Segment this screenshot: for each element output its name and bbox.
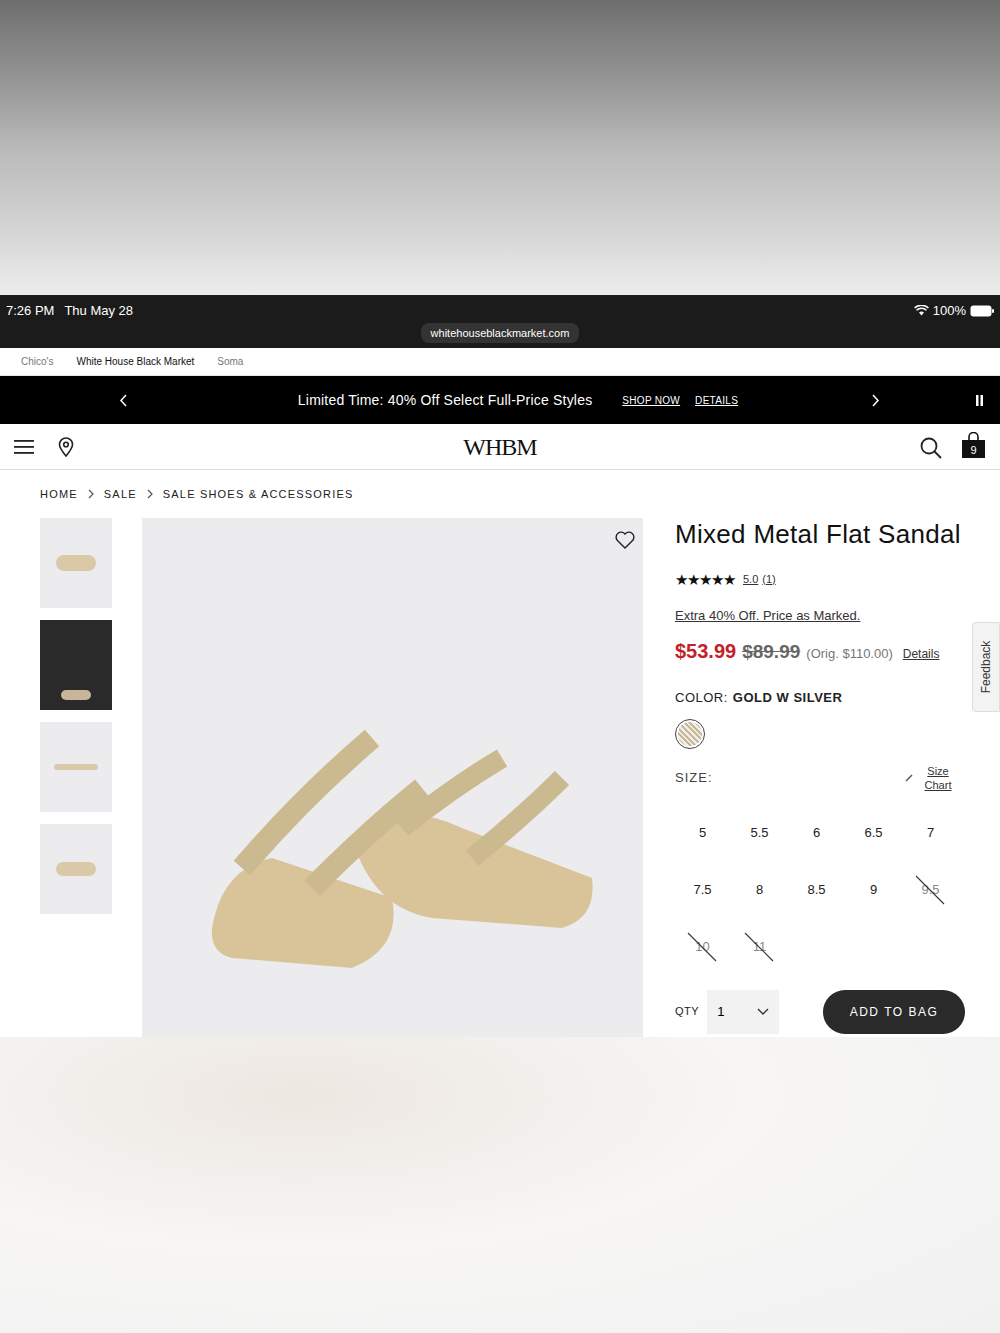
size-label: SIZE: xyxy=(675,768,713,788)
breadcrumb-item[interactable]: SALE SHOES & ACCESSORIES xyxy=(163,486,354,503)
wishlist-heart-icon[interactable] xyxy=(615,531,635,549)
size-header: SIZE: Size Chart xyxy=(675,764,965,792)
battery-level: 100% xyxy=(933,301,966,321)
sandal-illustration xyxy=(202,718,602,978)
color-row: COLOR: GOLD W SILVER xyxy=(675,688,965,708)
sale-price: $53.99 xyxy=(675,636,736,666)
add-to-bag-label: ADD TO BAG xyxy=(850,1003,939,1021)
size-option[interactable]: 7.5 xyxy=(674,862,731,919)
qty-value: 1 xyxy=(717,1002,724,1022)
product-image xyxy=(142,518,643,1037)
thumbnail[interactable] xyxy=(40,824,112,914)
date: Thu May 28 xyxy=(64,301,133,321)
add-to-bag-button[interactable]: ADD TO BAG xyxy=(823,990,965,1034)
size-label: 5.5 xyxy=(750,823,768,843)
size-label: 9 xyxy=(870,880,877,900)
breadcrumb: HOME SALE SALE SHOES & ACCESSORIES xyxy=(0,470,1000,501)
pause-icon[interactable] xyxy=(975,395,984,406)
color-swatch[interactable] xyxy=(675,719,705,749)
size-label: 6.5 xyxy=(864,823,882,843)
time: 7:26 PM xyxy=(6,301,54,321)
search-icon[interactable] xyxy=(920,437,942,459)
size-option[interactable]: 8.5 xyxy=(788,862,845,919)
qty-label: QTY xyxy=(675,1003,699,1020)
site-header: WHBM 9 xyxy=(0,424,1000,470)
size-option[interactable]: 6.5 xyxy=(845,805,902,862)
brand-tabs: Chico's White House Black Market Soma xyxy=(0,348,1000,376)
thumbnail[interactable] xyxy=(40,620,112,710)
unavailable-strike-icon xyxy=(743,931,775,963)
size-option[interactable]: 5 xyxy=(674,805,731,862)
wifi-icon xyxy=(914,305,929,316)
promo-message[interactable]: Extra 40% Off. Price as Marked. xyxy=(675,606,965,626)
shopping-bag[interactable]: 9 xyxy=(961,432,986,459)
details-link[interactable]: Details xyxy=(903,645,940,663)
qty-select[interactable]: 1 xyxy=(707,990,779,1034)
breadcrumb-item[interactable]: HOME xyxy=(40,486,78,503)
thumbnail[interactable] xyxy=(40,518,112,608)
product-title: Mixed Metal Flat Sandal xyxy=(675,518,965,551)
rating: ★★★★★ 5.0 (1) xyxy=(675,571,965,587)
unavailable-strike-icon xyxy=(686,931,718,963)
unavailable-strike-icon xyxy=(914,874,946,906)
blurred-background xyxy=(0,1037,1000,1333)
color-label: COLOR: xyxy=(675,688,728,708)
size-label: 7.5 xyxy=(693,880,711,900)
product-details: Mixed Metal Flat Sandal ★★★★★ 5.0 (1) Ex… xyxy=(675,518,965,1037)
battery-icon xyxy=(970,305,994,317)
brand-tab[interactable]: White House Black Market xyxy=(76,354,194,369)
url-bar[interactable]: whitehouseblackmarket.com xyxy=(421,323,580,344)
previous-arrow-icon[interactable] xyxy=(119,394,128,407)
status-bar: 7:26 PM Thu May 28 100% whitehouseblackm… xyxy=(0,295,1000,348)
breadcrumb-item[interactable]: SALE xyxy=(104,486,137,503)
size-option: 9.5 xyxy=(902,862,959,919)
size-option[interactable]: 5.5 xyxy=(731,805,788,862)
size-option[interactable]: 8 xyxy=(731,862,788,919)
logo[interactable]: WHBM xyxy=(463,429,536,465)
promo-bar: Limited Time: 40% Off Select Full-Price … xyxy=(0,376,1000,424)
menu-icon[interactable] xyxy=(14,440,34,454)
size-label: 8.5 xyxy=(807,880,825,900)
chevron-right-icon xyxy=(88,489,94,499)
size-option: 10 xyxy=(674,919,731,976)
blurred-background xyxy=(0,0,1000,295)
price-row: $53.99 $89.99 (Orig. $110.00) Details xyxy=(675,636,965,667)
size-grid: 5 5.5 6 6.5 7 7.5 8 8.5 9 9.5 1011 xyxy=(674,805,965,976)
rating-value[interactable]: 5.0 xyxy=(743,571,758,588)
next-arrow-icon[interactable] xyxy=(871,394,880,407)
promo-link[interactable]: SHOP NOW xyxy=(622,393,680,408)
size-option: 11 xyxy=(731,919,788,976)
chevron-right-icon xyxy=(147,489,153,499)
size-label: 8 xyxy=(756,880,763,900)
size-option[interactable]: 7 xyxy=(902,805,959,862)
chevron-down-icon xyxy=(757,1008,769,1015)
ruler-icon xyxy=(905,774,913,782)
original-price: (Orig. $110.00) xyxy=(806,644,892,664)
size-option[interactable]: 9 xyxy=(845,862,902,919)
purchase-row: QTY 1 ADD TO BAG xyxy=(675,990,965,1034)
size-option[interactable]: 6 xyxy=(788,805,845,862)
promo-text: Limited Time: 40% Off Select Full-Price … xyxy=(298,390,592,411)
size-label: 7 xyxy=(927,823,934,843)
store-locator-icon[interactable] xyxy=(58,437,74,457)
thumbnail-list xyxy=(40,518,112,1037)
size-label: 5 xyxy=(699,823,706,843)
feedback-tab[interactable]: Feedback xyxy=(972,622,1000,712)
color-value: GOLD W SILVER xyxy=(733,688,843,708)
feedback-label: Feedback xyxy=(977,641,995,694)
thumbnail[interactable] xyxy=(40,722,112,812)
review-count[interactable]: (1) xyxy=(762,571,775,588)
brand-tab[interactable]: Soma xyxy=(217,354,243,369)
rating-stars: ★★★★★ xyxy=(675,572,735,587)
bag-count: 9 xyxy=(961,443,986,457)
promo-link[interactable]: DETAILS xyxy=(695,393,738,408)
brand-tab[interactable]: Chico's xyxy=(21,354,53,369)
size-label: 6 xyxy=(813,823,820,843)
size-chart-link[interactable]: Size Chart xyxy=(921,764,955,792)
product-page: HOME SALE SALE SHOES & ACCESSORIES xyxy=(0,470,1000,1037)
list-price: $89.99 xyxy=(742,638,800,667)
